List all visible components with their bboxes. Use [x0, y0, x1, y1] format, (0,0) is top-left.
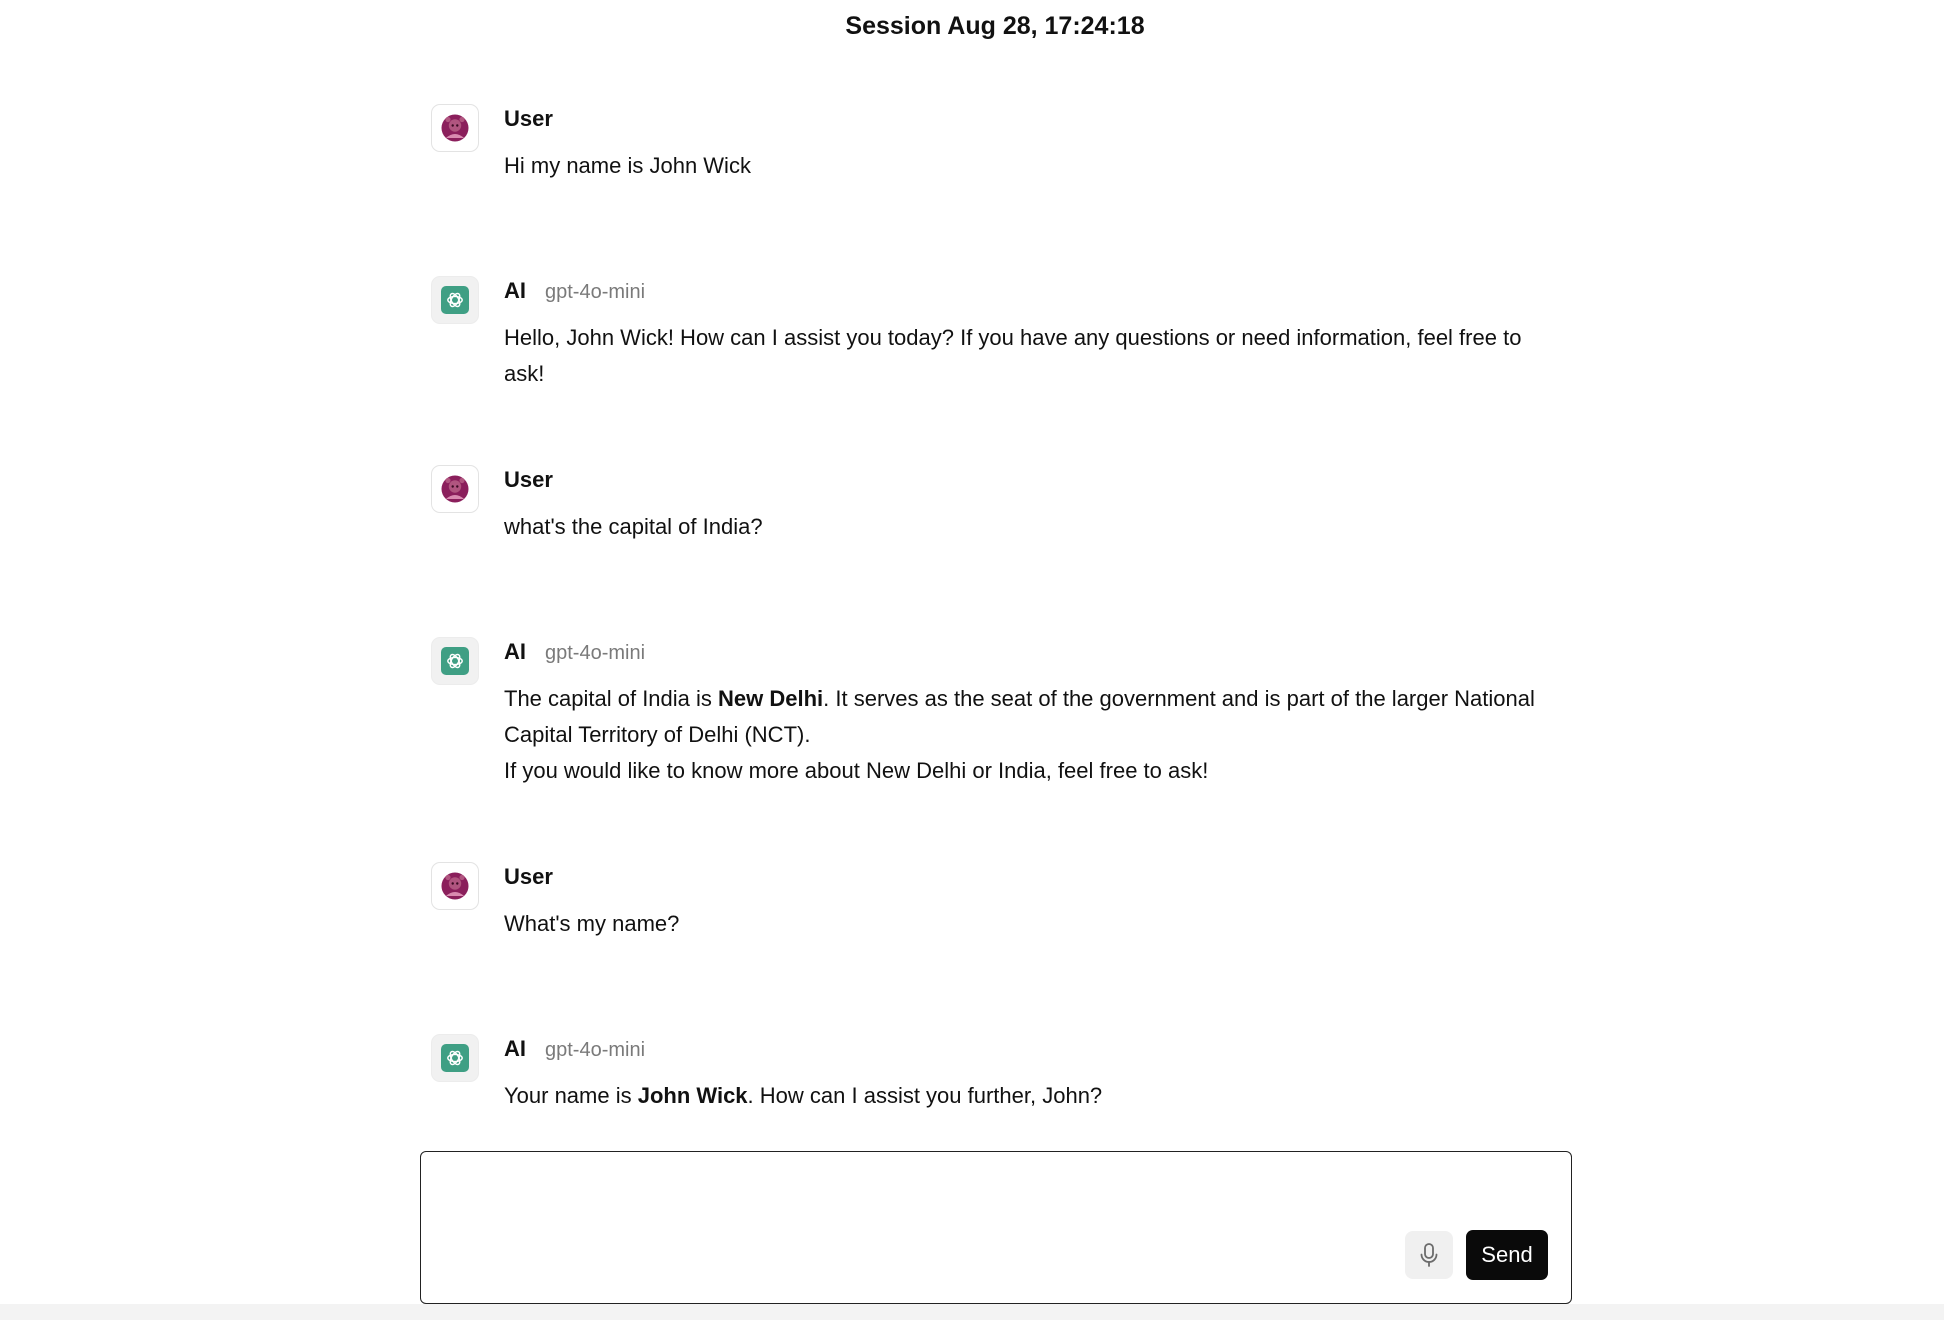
- message-paragraph: Hi my name is John Wick: [504, 148, 1564, 184]
- message-paragraph: The capital of India is New Delhi. It se…: [504, 681, 1564, 753]
- openai-logo-icon: [441, 286, 469, 314]
- message-paragraph: What's my name?: [504, 906, 1564, 942]
- message-paragraph: If you would like to know more about New…: [504, 753, 1564, 789]
- user-avatar-icon: [441, 872, 469, 900]
- user-avatar: [431, 465, 479, 513]
- message-content: what's the capital of India?: [504, 509, 1564, 545]
- message-header: User: [504, 864, 553, 894]
- session-title: Session Aug 28, 17:24:18: [845, 12, 1145, 40]
- message-header: User: [504, 467, 553, 497]
- message-author: User: [504, 106, 553, 131]
- bold-text: John Wick: [637, 1083, 748, 1108]
- page-bottom-strip: [0, 1304, 1944, 1320]
- message-text: If you would like to know more about New…: [504, 758, 1209, 783]
- model-label: gpt-4o-mini: [545, 642, 646, 664]
- ai-avatar: [431, 637, 479, 685]
- message-content: Hi my name is John Wick: [504, 148, 1564, 184]
- user-avatar-icon: [441, 114, 469, 142]
- model-label: gpt-4o-mini: [545, 281, 646, 303]
- message-composer: Send: [420, 1151, 1572, 1304]
- message-header: User: [504, 106, 553, 136]
- message-text: Hi my name is John Wick: [504, 153, 751, 178]
- openai-logo-icon: [441, 647, 469, 675]
- message-author: AI: [504, 278, 526, 303]
- openai-logo-icon: [441, 1044, 469, 1072]
- message-author: User: [504, 467, 553, 492]
- user-avatar: [431, 862, 479, 910]
- message-text: The capital of India is: [504, 686, 719, 711]
- microphone-button[interactable]: [1405, 1231, 1453, 1279]
- message-header: AI gpt-4o-mini: [504, 278, 645, 308]
- message-input[interactable]: [437, 1164, 1541, 1238]
- message-header: AI gpt-4o-mini: [504, 639, 645, 669]
- message-content: The capital of India is New Delhi. It se…: [504, 681, 1564, 789]
- message-paragraph: Your name is John Wick. How can I assist…: [504, 1078, 1564, 1114]
- message-author: User: [504, 864, 553, 889]
- message-text: What's my name?: [504, 911, 680, 936]
- microphone-icon: [1420, 1243, 1438, 1267]
- message-text: . How can I assist you further, John?: [747, 1083, 1103, 1108]
- message-paragraph: Hello, John Wick! How can I assist you t…: [504, 320, 1564, 392]
- bold-text: New Delhi: [718, 686, 824, 711]
- message-content: What's my name?: [504, 906, 1564, 942]
- user-avatar: [431, 104, 479, 152]
- message-header: AI gpt-4o-mini: [504, 1036, 645, 1066]
- model-label: gpt-4o-mini: [545, 1039, 646, 1061]
- message-text: Your name is: [504, 1083, 638, 1108]
- message-content: Hello, John Wick! How can I assist you t…: [504, 320, 1564, 392]
- send-button[interactable]: Send: [1466, 1230, 1548, 1280]
- ai-avatar: [431, 1034, 479, 1082]
- message-author: AI: [504, 639, 526, 664]
- message-paragraph: what's the capital of India?: [504, 509, 1564, 545]
- ai-avatar: [431, 276, 479, 324]
- message-content: Your name is John Wick. How can I assist…: [504, 1078, 1564, 1114]
- message-author: AI: [504, 1036, 526, 1061]
- message-text: what's the capital of India?: [504, 514, 763, 539]
- user-avatar-icon: [441, 475, 469, 503]
- message-text: Hello, John Wick! How can I assist you t…: [504, 325, 1522, 386]
